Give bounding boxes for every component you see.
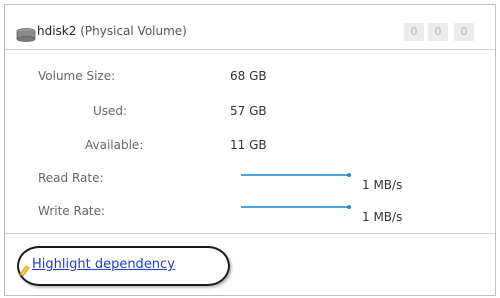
used-label: Used: [93, 104, 128, 118]
disk-icon [15, 27, 37, 42]
highlight-dependency-link[interactable]: Highlight dependency [32, 257, 175, 272]
panel-header: hdisk2 (Physical Volume) 0 0 0 [5, 5, 495, 50]
counter-badge-3[interactable]: 0 [454, 23, 474, 41]
volume-size-label: Volume Size: [38, 69, 116, 83]
available-value: 11 GB [230, 138, 267, 152]
read-rate-value: 1 MB/s [362, 178, 403, 192]
volume-size-value: 68 GB [230, 69, 267, 83]
physical-volume-panel: hdisk2 (Physical Volume) 0 0 0 Volume Si… [4, 4, 496, 296]
write-rate-sparkline [241, 205, 351, 209]
read-rate-sparkline [241, 173, 351, 177]
volume-name: hdisk2 [37, 24, 77, 38]
write-rate-label: Write Rate: [38, 204, 106, 218]
read-rate-label: Read Rate: [38, 171, 104, 185]
volume-type: (Physical Volume) [80, 24, 187, 38]
section-divider [5, 233, 495, 234]
counter-badge-1[interactable]: 0 [404, 23, 424, 41]
highlighter-icon[interactable] [18, 261, 30, 277]
used-value: 57 GB [230, 104, 267, 118]
available-label: Available: [85, 138, 144, 152]
write-rate-value: 1 MB/s [362, 210, 403, 224]
panel-title: hdisk2 (Physical Volume) [37, 24, 187, 38]
counter-badge-2[interactable]: 0 [428, 23, 448, 41]
